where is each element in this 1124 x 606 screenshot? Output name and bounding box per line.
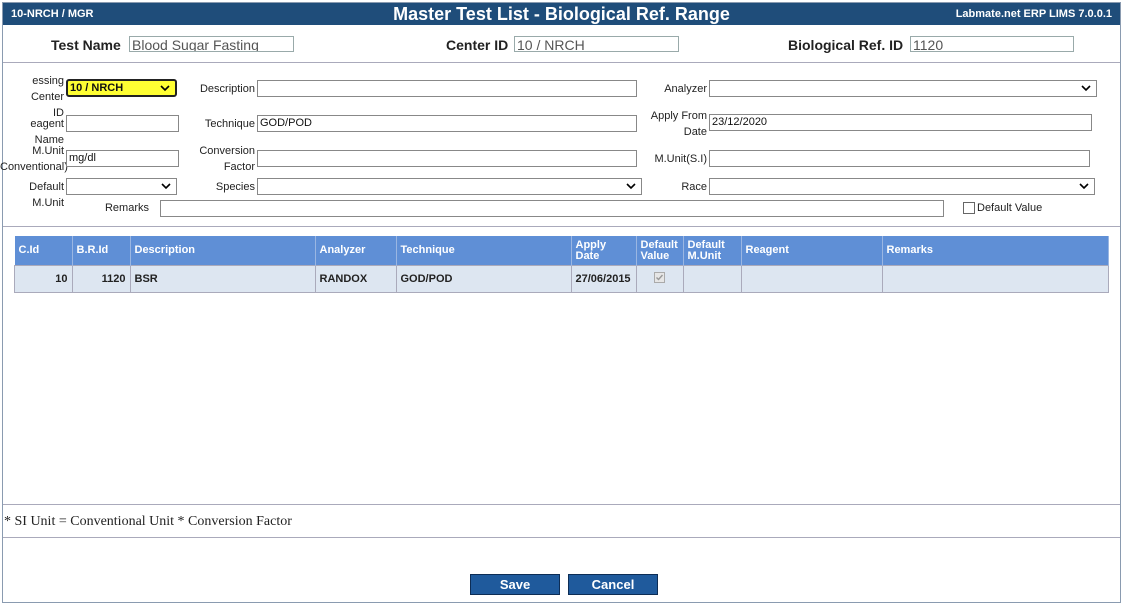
default-value-checkbox[interactable] bbox=[963, 202, 975, 214]
processing-center-value: 10 / NRCH bbox=[70, 82, 124, 94]
bio-ref-id-label: Biological Ref. ID bbox=[788, 37, 904, 53]
col-cid: C.Id bbox=[14, 236, 73, 266]
cell-cid: 10 bbox=[14, 265, 73, 293]
chevron-down-icon bbox=[1081, 85, 1091, 92]
chevron-down-icon bbox=[1079, 183, 1089, 190]
ref-range-table: C.Id B.R.Id Description Analyzer Techniq… bbox=[14, 236, 1109, 293]
col-analyzer: Analyzer bbox=[315, 236, 397, 266]
race-select[interactable] bbox=[709, 178, 1095, 195]
col-description: Description bbox=[130, 236, 316, 266]
cell-apply-date: 27/06/2015 bbox=[570, 265, 637, 293]
apply-from-date-label: Apply From Date bbox=[650, 110, 707, 138]
default-munit-label: Default M.Unit bbox=[29, 181, 64, 209]
cell-description: BSR bbox=[129, 265, 316, 293]
default-munit-select[interactable] bbox=[66, 178, 177, 195]
default-value-label: Default Value bbox=[977, 202, 1043, 214]
cell-default-value bbox=[635, 265, 684, 293]
munit-si-label: M.Unit(S.I) bbox=[654, 153, 707, 165]
table-row[interactable]: 10 1120 BSR RANDOX GOD/POD 27/06/2015 bbox=[14, 265, 1109, 293]
col-reagent: Reagent bbox=[741, 236, 883, 266]
test-name-label: Test Name bbox=[51, 37, 121, 53]
checked-checkbox-icon bbox=[654, 272, 665, 283]
bio-ref-id-field: 1120 bbox=[910, 36, 1074, 52]
description-label: Description bbox=[199, 83, 255, 95]
cell-remarks bbox=[881, 265, 1109, 293]
analyzer-label: Analyzer bbox=[664, 83, 707, 95]
divider bbox=[3, 226, 1120, 227]
processing-center-label: essing Center ID bbox=[30, 75, 64, 119]
apply-from-date-input[interactable]: 23/12/2020 bbox=[709, 114, 1092, 131]
col-default-value: Default Value bbox=[636, 236, 684, 266]
race-label: Race bbox=[681, 181, 707, 193]
cell-reagent bbox=[740, 265, 883, 293]
munit-conventional-input[interactable]: mg/dl bbox=[66, 150, 179, 167]
page-title: Master Test List - Biological Ref. Range bbox=[393, 4, 730, 24]
chevron-down-icon bbox=[161, 183, 171, 190]
col-apply-date: Apply Date bbox=[571, 236, 637, 266]
app-version-label: Labmate.net ERP LIMS 7.0.0.1 bbox=[955, 8, 1112, 20]
conversion-factor-input[interactable] bbox=[257, 150, 637, 167]
cell-technique: GOD/POD bbox=[395, 265, 572, 293]
table-header-row: C.Id B.R.Id Description Analyzer Techniq… bbox=[14, 236, 1109, 266]
divider bbox=[3, 504, 1120, 505]
col-brid: B.R.Id bbox=[72, 236, 131, 266]
center-id-label: Center ID bbox=[446, 37, 509, 53]
species-label: Species bbox=[215, 181, 255, 193]
col-technique: Technique bbox=[396, 236, 572, 266]
cell-analyzer: RANDOX bbox=[314, 265, 397, 293]
test-name-field: Blood Sugar Fasting bbox=[129, 36, 294, 52]
technique-input[interactable]: GOD/POD bbox=[257, 115, 637, 132]
processing-center-select[interactable]: 10 / NRCH bbox=[66, 79, 177, 97]
divider bbox=[3, 62, 1120, 63]
reagent-name-input[interactable] bbox=[66, 115, 179, 132]
save-button[interactable]: Save bbox=[470, 574, 560, 595]
si-unit-footnote: * SI Unit = Conventional Unit * Conversi… bbox=[4, 514, 292, 529]
center-id-field: 10 / NRCH bbox=[514, 36, 679, 52]
cell-default-munit bbox=[682, 265, 742, 293]
remarks-label: Remarks bbox=[104, 202, 149, 214]
chevron-down-icon bbox=[160, 85, 170, 92]
chevron-down-icon bbox=[626, 183, 636, 190]
munit-conventional-label: M.Unit Conventional) bbox=[0, 145, 68, 173]
title-bar: 10-NRCH / MGR Master Test List - Biologi… bbox=[3, 3, 1120, 25]
conversion-factor-label: Conversion Factor bbox=[199, 145, 255, 173]
munit-si-input[interactable] bbox=[709, 150, 1090, 167]
analyzer-select[interactable] bbox=[709, 80, 1097, 97]
col-default-munit: Default M.Unit bbox=[683, 236, 742, 266]
technique-label: Technique bbox=[204, 118, 255, 130]
col-remarks: Remarks bbox=[882, 236, 1109, 266]
remarks-input[interactable] bbox=[160, 200, 944, 217]
cancel-button[interactable]: Cancel bbox=[568, 574, 658, 595]
species-select[interactable] bbox=[257, 178, 642, 195]
description-input[interactable] bbox=[257, 80, 637, 97]
cell-brid: 1120 bbox=[71, 265, 131, 293]
divider bbox=[3, 537, 1120, 538]
